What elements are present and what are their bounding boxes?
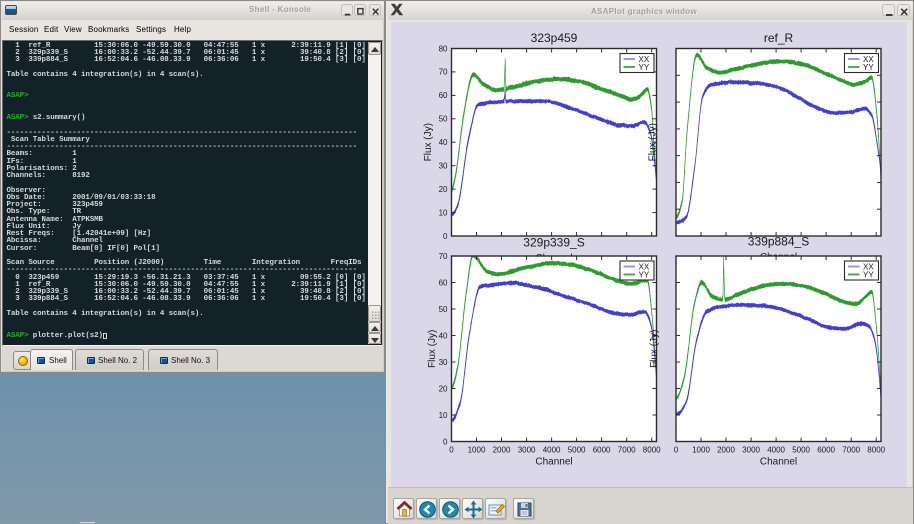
- svg-text:Flux (Jy): Flux (Jy): [427, 330, 438, 368]
- svg-text:60: 60: [439, 91, 448, 100]
- svg-text:1000: 1000: [692, 446, 710, 455]
- svg-text:4000: 4000: [767, 446, 785, 455]
- svg-text:30: 30: [439, 358, 448, 367]
- svg-text:4000: 4000: [543, 446, 561, 455]
- svg-text:Channel: Channel: [535, 457, 572, 468]
- svg-text:Flux (Jy): Flux (Jy): [649, 330, 660, 368]
- svg-text:0: 0: [443, 232, 448, 241]
- svg-text:3000: 3000: [518, 446, 536, 455]
- svg-text:YY: YY: [639, 63, 650, 72]
- svg-text:6000: 6000: [817, 446, 835, 455]
- svg-text:Flux (Jy): Flux (Jy): [648, 123, 659, 161]
- svg-text:2000: 2000: [493, 446, 511, 455]
- svg-text:70: 70: [439, 68, 448, 77]
- svg-text:40: 40: [439, 331, 448, 340]
- svg-text:40: 40: [439, 138, 448, 147]
- svg-text:5000: 5000: [792, 446, 810, 455]
- svg-text:7000: 7000: [842, 446, 860, 455]
- svg-text:0: 0: [449, 446, 454, 455]
- svg-text:Flux (Jy): Flux (Jy): [423, 123, 434, 161]
- svg-text:329p339_S: 329p339_S: [523, 236, 584, 250]
- svg-text:50: 50: [439, 115, 448, 124]
- svg-text:0: 0: [674, 446, 679, 455]
- svg-text:10: 10: [439, 208, 448, 217]
- svg-text:8000: 8000: [867, 446, 885, 455]
- svg-text:60: 60: [439, 278, 448, 287]
- svg-text:20: 20: [439, 185, 448, 194]
- svg-text:8000: 8000: [643, 446, 661, 455]
- svg-text:339p884_S: 339p884_S: [748, 235, 809, 249]
- svg-text:50: 50: [439, 305, 448, 314]
- svg-text:Channel: Channel: [760, 457, 797, 468]
- svg-text:5000: 5000: [568, 446, 586, 455]
- svg-text:ref_R: ref_R: [764, 31, 794, 45]
- svg-text:2000: 2000: [717, 446, 735, 455]
- svg-text:70: 70: [439, 252, 448, 261]
- svg-text:0: 0: [443, 437, 448, 446]
- svg-text:323p459: 323p459: [531, 31, 578, 45]
- svg-text:30: 30: [439, 162, 448, 171]
- svg-text:YY: YY: [863, 271, 874, 280]
- svg-text:80: 80: [439, 44, 448, 53]
- svg-text:YY: YY: [639, 271, 650, 280]
- svg-text:1000: 1000: [468, 446, 486, 455]
- svg-text:YY: YY: [863, 63, 874, 72]
- svg-text:20: 20: [439, 384, 448, 393]
- svg-text:6000: 6000: [593, 446, 611, 455]
- svg-text:3000: 3000: [742, 446, 760, 455]
- svg-text:7000: 7000: [618, 446, 636, 455]
- svg-text:10: 10: [439, 411, 448, 420]
